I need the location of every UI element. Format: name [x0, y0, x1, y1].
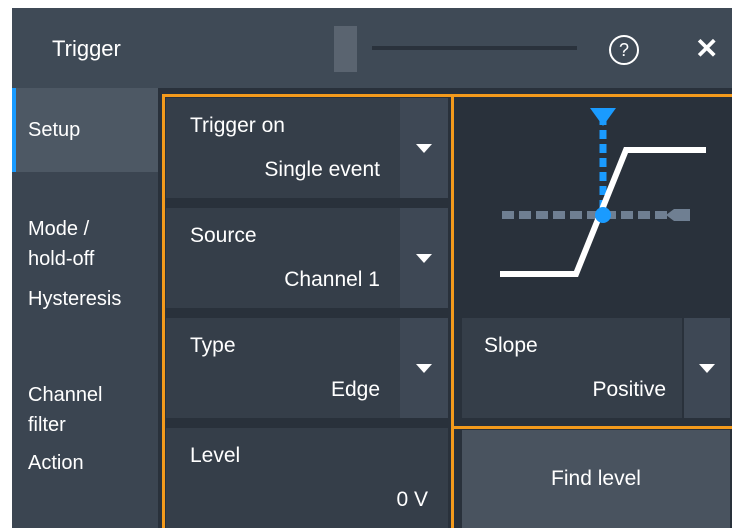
- chevron-down-icon: [416, 144, 432, 153]
- slope-value: Positive: [592, 378, 666, 401]
- slope-field[interactable]: Slope Positive: [462, 318, 682, 418]
- sidebar-item-channel-filter[interactable]: Channel filter: [12, 350, 158, 436]
- sidebar: Setup Mode / hold-off Hysteresis Channel…: [12, 88, 158, 528]
- transparency-slider-handle[interactable]: [334, 26, 357, 72]
- setup-panel: Trigger on Single event Source Channel 1…: [158, 88, 732, 528]
- trigger-on-label: Trigger on: [190, 114, 285, 137]
- type-label: Type: [190, 334, 236, 357]
- sidebar-item-label: Action: [28, 452, 84, 474]
- level-field[interactable]: Level 0 V: [166, 428, 448, 528]
- source-value: Channel 1: [284, 268, 380, 291]
- trigger-dialog: Trigger ? ✕ Setup Mode / hold-off Hyster…: [12, 8, 732, 528]
- chevron-down-icon: [416, 364, 432, 373]
- sidebar-item-mode-hold-off[interactable]: Mode / hold-off: [12, 184, 158, 270]
- transparency-slider-track[interactable]: [372, 46, 577, 50]
- trigger-on-value: Single event: [264, 158, 380, 181]
- slope-label: Slope: [484, 334, 538, 357]
- find-level-label: Find level: [551, 467, 641, 490]
- sidebar-item-setup[interactable]: Setup: [12, 88, 158, 172]
- source-dropdown-button[interactable]: [400, 208, 448, 308]
- sidebar-item-label: Hysteresis: [28, 288, 122, 310]
- level-value: 0 V: [396, 488, 428, 511]
- chevron-down-icon: [699, 364, 715, 373]
- sidebar-item-label: Channel filter: [28, 384, 103, 436]
- type-dropdown-button[interactable]: [400, 318, 448, 418]
- sidebar-item-action[interactable]: Action: [12, 448, 158, 482]
- sidebar-item-hysteresis[interactable]: Hysteresis: [12, 284, 158, 318]
- dialog-title: Trigger: [52, 36, 121, 61]
- trigger-on-dropdown-button[interactable]: [400, 98, 448, 198]
- slope-dropdown-button[interactable]: [684, 318, 730, 418]
- source-field[interactable]: Source Channel 1: [166, 208, 400, 308]
- type-field[interactable]: Type Edge: [166, 318, 400, 418]
- close-icon[interactable]: ✕: [695, 34, 718, 64]
- help-icon[interactable]: ?: [609, 35, 639, 65]
- sidebar-item-label: Mode / hold-off: [28, 218, 95, 270]
- dialog-titlebar[interactable]: Trigger ? ✕: [12, 8, 732, 88]
- level-label: Level: [190, 444, 241, 467]
- find-level-button[interactable]: Find level: [462, 430, 730, 528]
- positive-edge-trigger-icon: [462, 98, 730, 328]
- source-label: Source: [190, 224, 257, 247]
- type-value: Edge: [330, 378, 380, 401]
- sidebar-item-label: Setup: [28, 119, 81, 141]
- chevron-down-icon: [416, 254, 432, 263]
- active-tab-indicator: [12, 88, 16, 172]
- trigger-on-field[interactable]: Trigger on Single event: [166, 98, 400, 198]
